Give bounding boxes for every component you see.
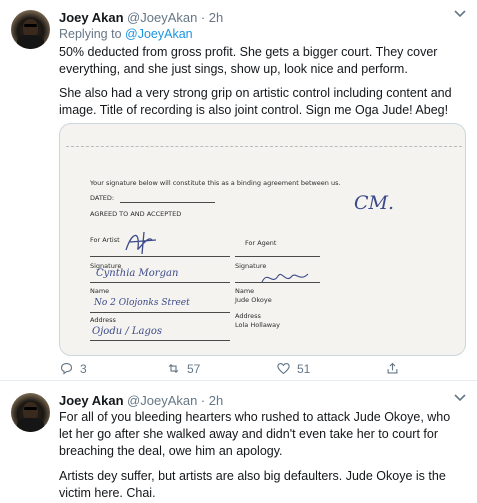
reply-button[interactable]: 3 [59,361,87,376]
retweet-icon [168,363,179,374]
address-label-agent: Address [235,312,261,320]
contract-document: Your signature below will constitute thi… [60,124,465,355]
timestamp[interactable]: · 2h [201,10,223,25]
handwritten-initials: CM. [354,192,395,214]
agent-name: Jude Okoye [235,296,272,304]
retweet-count: 57 [187,361,201,376]
tweet-text-paragraph: Artists dey suffer, but artists are also… [59,469,446,500]
dated-label: DATED: [90,194,115,202]
tweet-header: Joey Akan @JoeyAkan · 2h [59,10,223,25]
retweet-button[interactable]: 57 [166,361,200,376]
agreed-label: AGREED TO AND ACCEPTED [90,210,182,218]
for-artist-label: For Artist [90,236,120,244]
name-label-agent: Name [235,287,255,295]
tweet-image[interactable]: Your signature below will constitute thi… [59,123,466,356]
replying-to: Replying to @JoeyAkan [59,27,193,41]
reply-mention-link[interactable]: @JoeyAkan [125,27,193,41]
avatar[interactable] [11,10,50,49]
avatar[interactable] [11,393,50,432]
tweet-text-paragraph: 50% deducted from gross profit. She gets… [59,45,438,76]
handwritten-address-line1: No 2 Olojonks Street [94,298,190,308]
chevron-down-icon[interactable] [453,392,467,404]
heart-icon [277,362,290,375]
handwritten-artist-name: Cynthia Morgan [96,268,179,279]
tweet-text-paragraph: For all of you bleeding hearters who rus… [59,410,451,458]
reply-icon [60,362,73,375]
author-handle[interactable]: @JoeyAkan [127,393,197,408]
author-name[interactable]: Joey Akan [59,10,124,25]
timestamp[interactable]: · 2h [201,393,223,408]
handwritten-address-line2: Ojodu / Lagos [92,326,163,337]
like-button[interactable]: 51 [276,361,310,376]
tweet-text-paragraph: She also had a very strong grip on artis… [59,86,452,117]
reply-count: 3 [80,361,87,376]
tweet-header: Joey Akan @JoeyAkan · 2h [59,393,223,408]
name-label: Name [90,287,110,295]
artist-signature-scribble [125,231,157,255]
chevron-down-icon[interactable] [453,8,467,20]
tweet-actions: 3 57 51 [59,361,459,377]
share-button[interactable] [385,361,400,376]
share-icon [387,362,398,374]
like-count: 51 [297,361,311,376]
contract-intro: Your signature below will constitute thi… [90,179,341,187]
for-agent-label: For Agent [245,239,277,247]
tweet[interactable]: Joey Akan @JoeyAkan · 2h Replying to @Jo… [0,0,477,380]
author-handle[interactable]: @JoeyAkan [127,10,197,25]
address-label: Address [90,316,116,324]
agent-address: Lola Hollaway [235,321,280,329]
author-name[interactable]: Joey Akan [59,393,124,408]
agent-signature-scribble [261,273,309,283]
tweet[interactable]: Joey Akan @JoeyAkan · 2h For all of you … [0,381,477,503]
